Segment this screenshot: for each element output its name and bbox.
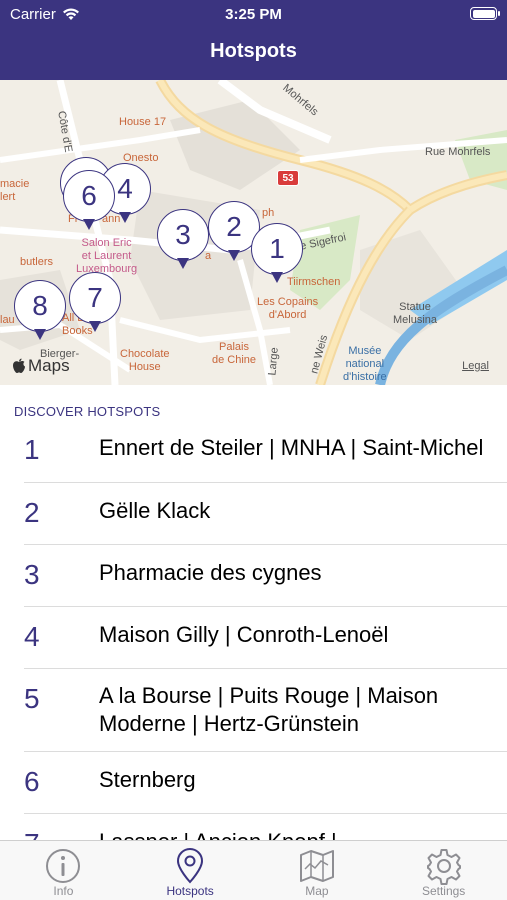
hotspot-list[interactable]: 1 Ennert de Steiler | MNHA | Saint-Miche… xyxy=(0,422,507,840)
list-item[interactable]: 6 Sternberg xyxy=(0,752,507,814)
pin-tip xyxy=(119,212,131,223)
hotspot-number: 4 xyxy=(24,621,40,652)
list-item[interactable]: 7 Lassner | Ancien Knopf | xyxy=(0,814,507,840)
tab-hotspots[interactable]: Hotspots xyxy=(127,841,254,900)
pin-icon xyxy=(177,848,204,884)
pin-tip xyxy=(34,329,46,340)
hotspot-number: 5 xyxy=(24,683,40,714)
map-pin-1[interactable]: 1 xyxy=(251,223,303,287)
map-pin-3[interactable]: 3 xyxy=(157,209,209,273)
pin-label: 3 xyxy=(157,209,209,261)
hotspot-title: Gëlle Klack xyxy=(99,498,211,523)
section-header: DISCOVER HOTSPOTS xyxy=(14,404,161,419)
poi-label-copains: Les Copains d'Abord xyxy=(257,296,319,321)
tab-label: Settings xyxy=(421,884,466,898)
poi-label-salon: Salon Eric et Laurent Luxembourg xyxy=(76,237,138,275)
legal-link[interactable]: Legal xyxy=(462,360,489,372)
map-view[interactable]: Côte d'E Rue Mohrfels Mohrfels e Sigefro… xyxy=(0,80,507,385)
pin-tip xyxy=(89,321,101,332)
hotspot-title: Ennert de Steiler | MNHA | Saint-Michel xyxy=(99,435,484,460)
hotspot-title: A la Bourse | Puits Rouge | Maison Moder… xyxy=(99,683,439,736)
map-pin-6[interactable]: 6 xyxy=(63,170,115,234)
pin-label: 8 xyxy=(14,280,66,332)
poi-label-butlers: butlers xyxy=(20,256,54,268)
pin-label: 1 xyxy=(251,223,303,275)
navigation-header: Carrier 3:25 PM Hotspots xyxy=(0,0,507,80)
poi-label-palais: Palais de Chine xyxy=(212,341,257,366)
apple-logo-icon xyxy=(13,358,25,373)
tab-label: Map xyxy=(305,884,329,898)
gear-icon xyxy=(426,849,461,885)
list-item[interactable]: 5 A la Bourse | Puits Rouge | Maison Mod… xyxy=(0,669,507,752)
tab-label: Info xyxy=(53,884,74,898)
map-pin-7[interactable]: 7 xyxy=(69,272,121,336)
poi-label-statue: Statue Melusina xyxy=(393,301,438,326)
tab-settings[interactable]: Settings xyxy=(380,841,507,900)
hotspot-title: Sternberg xyxy=(99,767,196,792)
pin-tip xyxy=(228,250,240,261)
status-bar: Carrier 3:25 PM xyxy=(0,0,507,30)
road-number-badge: 53 xyxy=(277,170,299,186)
tab-bar: Info Hotspots Map Settings xyxy=(0,840,507,900)
hotspot-number: 2 xyxy=(24,497,40,528)
hotspot-title: Lassner | Ancien Knopf | xyxy=(99,828,493,840)
hotspot-number: 3 xyxy=(24,559,40,590)
map-icon xyxy=(299,850,334,882)
poi-label-chocolate: Chocolate House xyxy=(120,348,170,373)
pin-tip xyxy=(177,258,189,269)
street-label-rue-mohrfels: Rue Mohrfels xyxy=(425,146,491,158)
pin-tip xyxy=(271,272,283,283)
list-item[interactable]: 1 Ennert de Steiler | MNHA | Saint-Miche… xyxy=(0,422,507,483)
poi-label-house17: House 17 xyxy=(119,116,167,128)
hotspot-number: 6 xyxy=(24,766,40,797)
battery-icon xyxy=(470,7,500,20)
poi-label-macie: macie lert xyxy=(0,178,30,203)
list-item[interactable]: 3 Pharmacie des cygnes xyxy=(0,545,507,607)
pin-label: 7 xyxy=(69,272,121,324)
maps-logo: Maps xyxy=(12,356,70,376)
pin-tip xyxy=(83,219,95,230)
maps-logo-text: Maps xyxy=(28,356,70,375)
tab-map[interactable]: Map xyxy=(254,841,381,900)
tab-info[interactable]: Info xyxy=(0,841,127,900)
hotspot-title: Maison Gilly | Conroth-Lenoël xyxy=(99,622,389,647)
page-title: Hotspots xyxy=(210,40,297,62)
tab-label: Hotspots xyxy=(166,884,214,898)
clock: 3:25 PM xyxy=(225,6,282,23)
hotspot-number: 7 xyxy=(24,828,40,840)
street-label-large: Large xyxy=(266,346,281,376)
poi-label-lau: lau xyxy=(0,314,15,326)
hotspot-title: Pharmacie des cygnes xyxy=(99,560,322,585)
poi-label-musee: Musée national d'histoire xyxy=(343,345,387,383)
poi-label-dolph: ph xyxy=(262,207,275,219)
list-item[interactable]: 4 Maison Gilly | Conroth-Lenoël xyxy=(0,607,507,669)
info-icon xyxy=(46,849,81,883)
hotspot-number: 1 xyxy=(24,434,40,465)
pin-label: 6 xyxy=(63,170,115,222)
map-pin-8[interactable]: 8 xyxy=(14,280,66,344)
list-item[interactable]: 2 Gëlle Klack xyxy=(0,483,507,545)
